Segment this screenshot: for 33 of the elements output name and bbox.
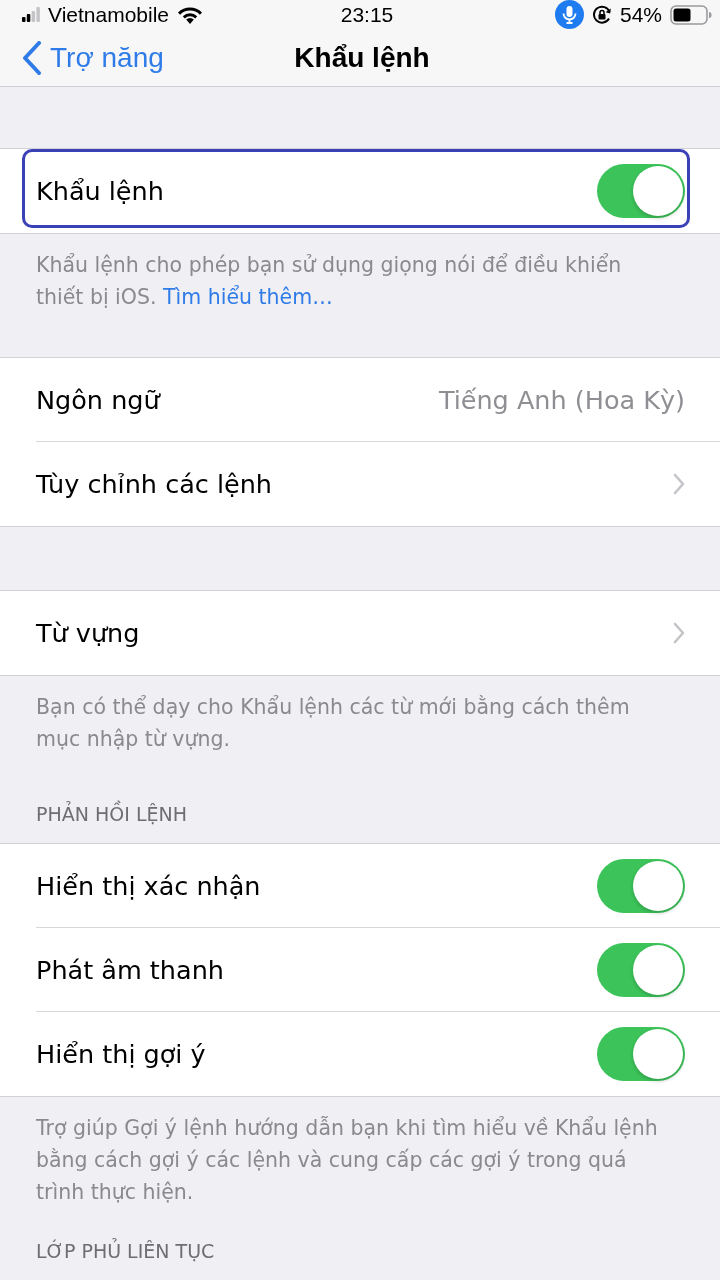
row-label: Ngôn ngữ bbox=[36, 384, 160, 415]
row-label: Hiển thị xác nhận bbox=[36, 870, 261, 901]
toggle-switch[interactable] bbox=[597, 858, 685, 913]
learn-more-link[interactable]: Tìm hiểu thêm… bbox=[163, 285, 333, 309]
carrier-name: Vietnamobile bbox=[48, 2, 170, 27]
row-label: Từ vựng bbox=[36, 618, 140, 648]
row-label: Hiển thị gợi ý bbox=[36, 1039, 206, 1069]
toggle-switch[interactable] bbox=[597, 164, 685, 218]
rotation-lock-icon bbox=[591, 4, 612, 25]
row-label: Tùy chỉnh các lệnh bbox=[36, 469, 272, 499]
back-button[interactable]: Trợ năng bbox=[20, 36, 168, 79]
settings-row[interactable]: Tùy chỉnh các lệnh bbox=[0, 442, 720, 526]
section-header: PHẢN HỒI LỆNH bbox=[0, 799, 720, 843]
battery-percentage: 54% bbox=[619, 2, 662, 27]
section-footer-text: Khẩu lệnh cho phép bạn sử dụng giọng nói để điều khiển thiết bị iOS. Tìm hiểu thêm… bbox=[35, 252, 623, 311]
section-footer-text: Bạn có thể dạy cho Khẩu lệnh các từ mới bằng cách thêm mục nhập từ vựng. bbox=[35, 694, 631, 753]
settings-row[interactable]: Ngôn ngữ Tiếng Anh (Hoa Kỳ) bbox=[0, 358, 720, 442]
settings-row[interactable]: Từ vựng bbox=[0, 591, 720, 675]
row-label: Phát âm thanh bbox=[36, 954, 224, 985]
section-header: LỚP PHỦ LIÊN TỤC bbox=[35, 1237, 216, 1264]
wifi-icon bbox=[177, 5, 204, 24]
chevron-left-icon bbox=[22, 40, 42, 75]
signal-icon bbox=[22, 7, 40, 22]
row-value: Tiếng Anh (Hoa Kỳ) bbox=[438, 384, 685, 415]
battery-icon bbox=[670, 4, 712, 25]
row-label: Khẩu lệnh bbox=[36, 176, 164, 206]
toggle-switch[interactable] bbox=[597, 1027, 685, 1081]
status-time: 23:15 bbox=[340, 2, 394, 27]
section-footer-text: Trợ giúp Gợi ý lệnh hướng dẫn bạn khi tìm hiểu về Khẩu lệnh bằng cách gợi ý các lệnh và cung cấp các gợi ý trong quá trình thực hiện. bbox=[35, 1115, 659, 1206]
toggle-switch[interactable] bbox=[597, 942, 685, 997]
nav-title: Khẩu lệnh bbox=[294, 41, 430, 74]
chevron-right-icon bbox=[673, 473, 685, 495]
chevron-right-icon bbox=[673, 622, 685, 644]
